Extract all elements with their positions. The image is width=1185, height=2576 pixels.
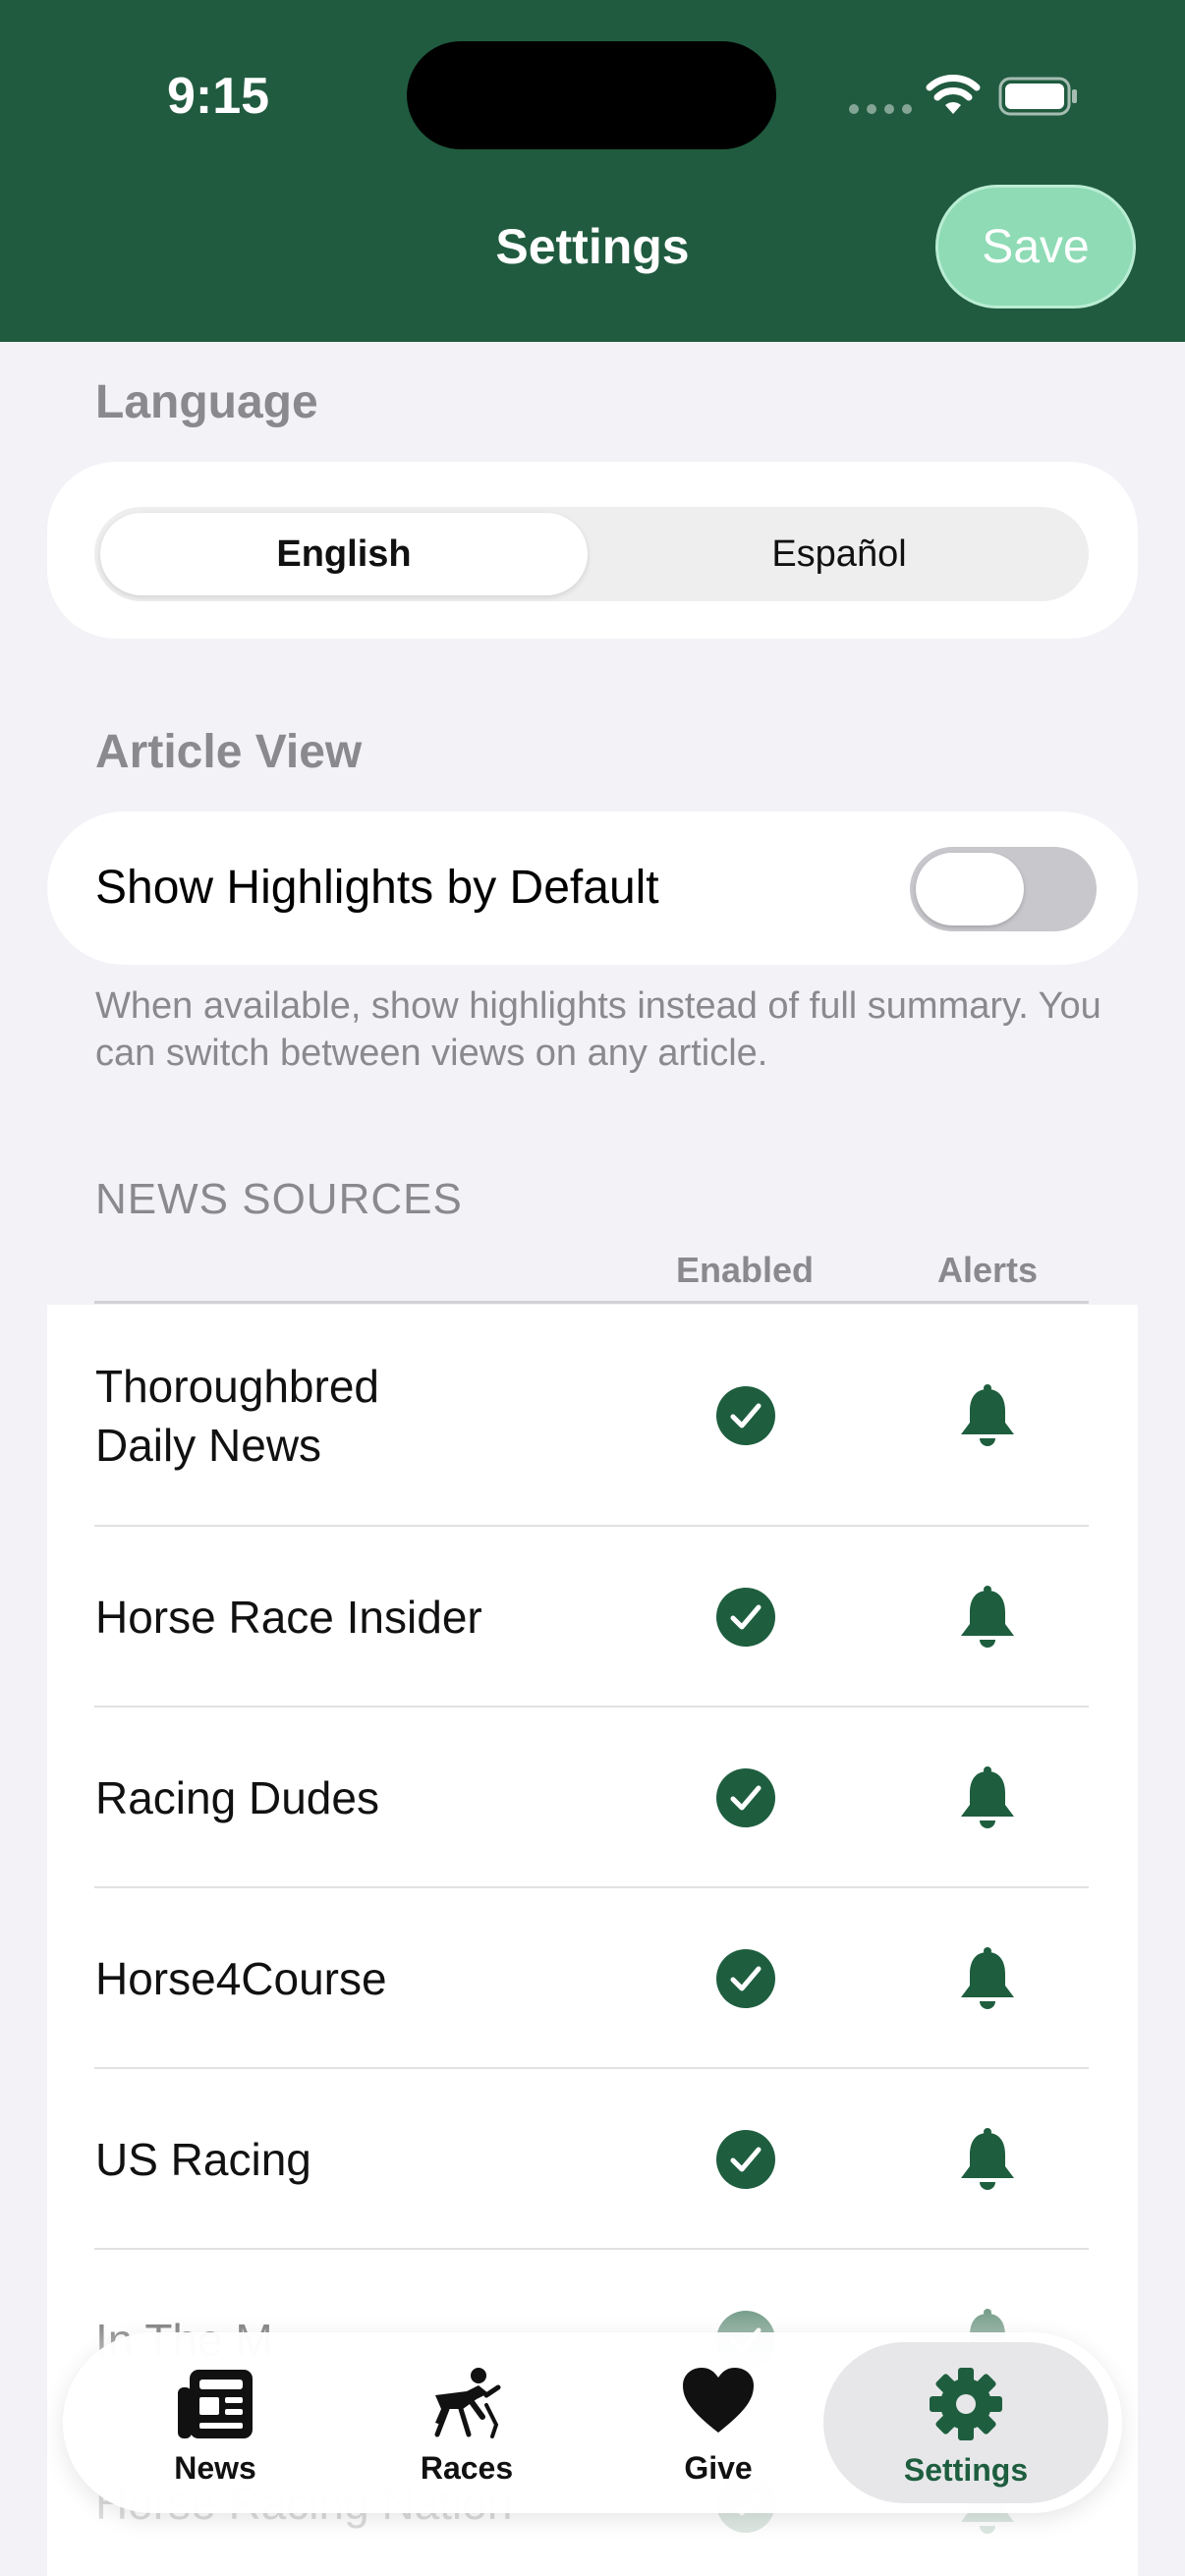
enabled-check-icon[interactable] — [715, 2129, 776, 2190]
tab-give-label: Give — [684, 2450, 753, 2486]
alerts-bell-icon[interactable] — [957, 1765, 1018, 1830]
gear-icon — [930, 2368, 1002, 2440]
source-name: US Racing — [95, 2134, 311, 2185]
show-highlights-label: Show Highlights by Default — [95, 862, 659, 914]
language-option-espanol[interactable]: Español — [595, 513, 1083, 595]
navigation-header: 9:15 Settings Save — [0, 0, 1185, 342]
save-button[interactable]: Save — [935, 185, 1136, 308]
enabled-check-icon[interactable] — [715, 1385, 776, 1446]
source-row: Horse4Course — [47, 1888, 1138, 2069]
status-time: 9:15 — [167, 68, 270, 125]
newspaper-icon — [178, 2370, 253, 2438]
source-row: Racing Dudes — [47, 1708, 1138, 1888]
cellular-signal-icon — [849, 104, 912, 114]
show-highlights-toggle[interactable] — [910, 847, 1097, 931]
news-sources-title: NEWS SOURCES — [95, 1175, 463, 1223]
horse-racing-icon — [434, 2368, 501, 2438]
toggle-knob — [916, 853, 1024, 925]
language-option-english[interactable]: English — [100, 513, 588, 595]
dynamic-island — [407, 41, 776, 149]
source-name: Thoroughbred Daily News — [95, 1361, 379, 1471]
enabled-column-header: Enabled — [675, 1250, 815, 1290]
battery-icon — [998, 77, 1077, 116]
source-name: Horse4Course — [95, 1953, 387, 2004]
heart-icon — [683, 2368, 754, 2433]
language-section-title: Language — [95, 376, 318, 428]
tab-settings[interactable]: Settings — [823, 2342, 1108, 2503]
article-view-footnote: When available, show highlights instead … — [95, 985, 1101, 1074]
alerts-bell-icon[interactable] — [957, 1946, 1018, 2011]
article-view-section-title: Article View — [95, 726, 363, 778]
source-name: Horse Race Insider — [95, 1592, 482, 1643]
tab-settings-label: Settings — [903, 2452, 1029, 2488]
article-view-card: Show Highlights by Default — [47, 812, 1138, 965]
column-header-divider — [94, 1301, 1089, 1304]
tab-news[interactable]: News — [92, 2332, 338, 2513]
tab-races[interactable]: Races — [344, 2332, 590, 2513]
alerts-bell-icon[interactable] — [957, 2127, 1018, 2192]
alerts-bell-icon[interactable] — [957, 1383, 1018, 1448]
enabled-check-icon[interactable] — [715, 1948, 776, 2009]
alerts-column-header: Alerts — [936, 1250, 1039, 1290]
enabled-check-icon[interactable] — [715, 1587, 776, 1648]
source-row: Horse Race Insider — [47, 1527, 1138, 1708]
source-row: Thoroughbred Daily News — [47, 1305, 1138, 1527]
tab-give[interactable]: Give — [595, 2332, 841, 2513]
source-name: Racing Dudes — [95, 1772, 379, 1823]
source-row: US Racing — [47, 2069, 1138, 2250]
enabled-check-icon[interactable] — [715, 1767, 776, 1828]
alerts-bell-icon[interactable] — [957, 1585, 1018, 1650]
tab-races-label: Races — [420, 2450, 514, 2486]
language-card: English Español — [47, 462, 1138, 639]
language-segmented-control: English Español — [94, 507, 1089, 601]
tab-bar: News Races Give Settings — [63, 2332, 1122, 2513]
tab-news-label: News — [174, 2450, 256, 2486]
wifi-icon — [926, 75, 981, 114]
